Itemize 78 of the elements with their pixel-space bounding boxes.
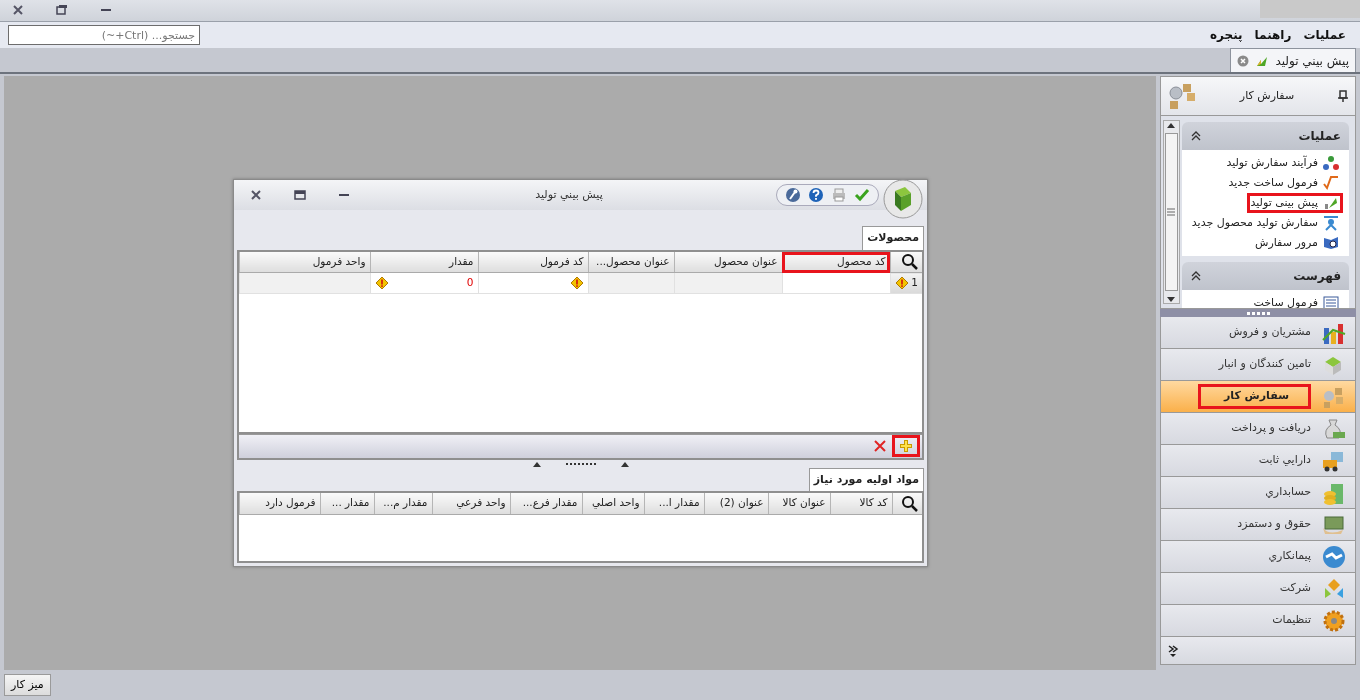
nav-item[interactable]: سفارش كار xyxy=(1160,381,1356,413)
column-header[interactable]: مقدار فرع... xyxy=(510,493,582,514)
maximize-icon xyxy=(293,188,307,202)
nav-item[interactable]: دارايي ثابت xyxy=(1160,445,1356,477)
grip-icon xyxy=(1246,310,1270,316)
arrow-down-icon xyxy=(1166,295,1177,303)
search-icon[interactable] xyxy=(901,494,918,512)
restore-icon xyxy=(55,3,69,17)
nav-item[interactable]: تامين كنندگان و انبار xyxy=(1160,349,1356,381)
collapse-icon xyxy=(1189,130,1202,142)
group-header[interactable]: عملیات xyxy=(1181,122,1349,150)
grip-icon xyxy=(1166,208,1177,216)
plus-icon xyxy=(898,438,914,454)
group-header[interactable]: فهرست xyxy=(1181,262,1349,290)
column-header[interactable]: عنوان كالا xyxy=(768,493,830,514)
more-icon[interactable] xyxy=(1167,643,1179,658)
nav-item[interactable]: پيمانكاري xyxy=(1160,541,1356,573)
search-icon[interactable] xyxy=(901,253,918,271)
column-header[interactable]: مقدار xyxy=(370,251,478,273)
action-link[interactable]: مرور سفارش xyxy=(1251,233,1343,253)
person-icon xyxy=(1323,215,1339,231)
scroll-bar[interactable] xyxy=(1163,120,1180,304)
action-link[interactable]: پیش بینی تولید xyxy=(1246,193,1343,213)
menu-item[interactable]: عملیات xyxy=(1297,26,1352,44)
column-header[interactable]: عنوان محصول... xyxy=(588,251,674,273)
cell-value: 0 xyxy=(466,275,474,291)
pin-icon[interactable] xyxy=(1337,89,1349,103)
close-icon xyxy=(11,3,25,17)
section-tab[interactable]: محصولات xyxy=(862,226,924,250)
boxes-icon xyxy=(1167,81,1197,111)
column-header[interactable]: مقدار ا... xyxy=(644,493,704,514)
delete-icon xyxy=(873,439,887,453)
row-header[interactable]: 1 xyxy=(890,272,922,294)
check-icon[interactable] xyxy=(854,187,870,203)
document-tab[interactable]: پيش بيني توليد xyxy=(1230,48,1356,72)
column-header[interactable]: مقدار م... xyxy=(374,493,432,514)
minimize-icon xyxy=(101,9,111,11)
section-tab[interactable]: مواد اولیه مورد نیاز xyxy=(808,467,924,491)
window-title: پيش بيني توليد xyxy=(534,186,604,203)
minimize-icon xyxy=(339,194,349,196)
menu-item[interactable]: پنجره xyxy=(1204,26,1249,44)
nav-item[interactable]: حسابداري xyxy=(1160,477,1356,509)
column-header[interactable]: كد محصول xyxy=(782,251,890,273)
action-link[interactable]: فرآیند سفارش تولید xyxy=(1222,153,1343,173)
column-header[interactable]: واحد اصلي xyxy=(582,493,644,514)
row-number: 1 xyxy=(911,275,918,291)
collapse-icon xyxy=(1189,270,1202,282)
close-icon xyxy=(249,188,263,202)
group-title: فهرست xyxy=(1293,268,1341,285)
column-header[interactable]: فرمول دارد xyxy=(239,493,320,514)
sidebar-title: سفارش كار xyxy=(1238,87,1296,104)
tab-label: پيش بيني توليد xyxy=(1275,52,1349,70)
search-field[interactable]: جستجو... (Ctrl+~) xyxy=(8,25,200,45)
grip-icon xyxy=(565,461,596,466)
nav-item[interactable]: دريافت و پرداخت xyxy=(1160,413,1356,445)
column-header[interactable]: واحد فرعي xyxy=(432,493,510,514)
group-title: عملیات xyxy=(1298,128,1341,145)
taskbar-button[interactable]: ميز كار xyxy=(4,674,51,696)
menu-item[interactable]: راهنما xyxy=(1248,26,1298,44)
action-link[interactable]: سفارش تولید محصول جدید xyxy=(1187,213,1343,233)
help-icon[interactable] xyxy=(808,187,824,203)
add-button[interactable] xyxy=(892,435,920,457)
column-header[interactable]: كد كالا xyxy=(830,493,892,514)
formula-icon xyxy=(1323,175,1339,191)
column-header[interactable]: عنوان (2) xyxy=(704,493,768,514)
action-link[interactable]: فرمول ساخت جدید xyxy=(1224,173,1343,193)
nav-item[interactable]: تنظيمات xyxy=(1160,605,1356,637)
column-header[interactable]: كد فرمول xyxy=(478,251,588,273)
column-header[interactable]: مقدار ... xyxy=(320,493,374,514)
nav-item[interactable]: شركت xyxy=(1160,573,1356,605)
column-header[interactable]: واحد فرمول xyxy=(239,251,370,273)
close-icon[interactable] xyxy=(1237,54,1250,67)
nav-item[interactable]: مشتريان و فروش xyxy=(1160,317,1356,349)
arrow-up-icon xyxy=(1166,121,1177,129)
splitter-handle[interactable] xyxy=(1160,309,1356,317)
nav-item[interactable]: حقوق و دستمزد xyxy=(1160,509,1356,541)
column-header[interactable]: عنوان محصول xyxy=(674,251,782,273)
wrench-icon[interactable] xyxy=(785,187,801,203)
